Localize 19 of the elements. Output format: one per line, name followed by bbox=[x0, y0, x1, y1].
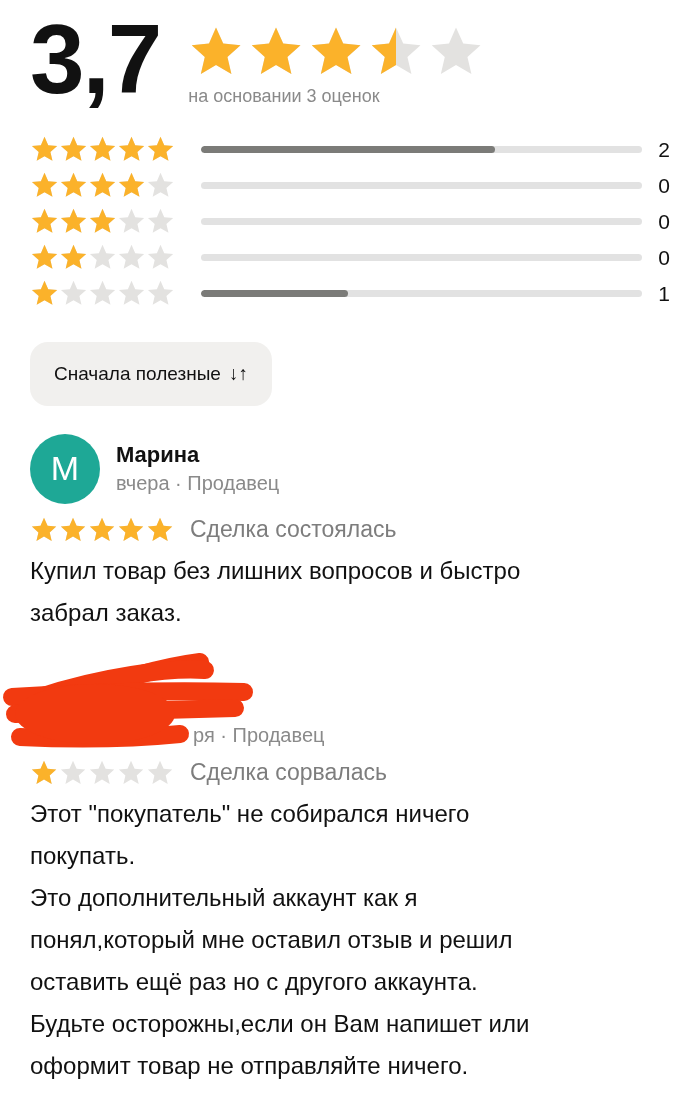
rating-count: 2 bbox=[657, 137, 670, 162]
review-meta: ря · Продавец bbox=[193, 723, 325, 747]
deal-status: Сделка сорвалась bbox=[190, 759, 388, 787]
reviewer-name: Марина bbox=[116, 442, 201, 469]
review-text: Будьте осторожны,если он Вам напишет или оформит товар не отправляйте ничего. bbox=[30, 1008, 531, 1081]
review-text: Купил товар без лишних вопросов и быстро забрал заказ. bbox=[30, 555, 522, 628]
rating-count: 0 bbox=[657, 173, 670, 198]
sort-button[interactable]: Сначала полезные ↓↑ bbox=[30, 341, 272, 406]
review-meta: вчера · Продавец bbox=[116, 472, 280, 496]
user-avatar: М bbox=[30, 433, 100, 504]
rating-score: 3,7 bbox=[30, 6, 161, 114]
rating-count: 1 bbox=[657, 281, 670, 306]
review-text: Этот "покупатель" не собирался ничего покупать. bbox=[30, 798, 471, 871]
review-text: Это дополнительный аккаунт как я понял,который мне оставил отзыв и решил оставить ещё раз но с другого аккаунта. bbox=[30, 882, 514, 997]
rating-count: 0 bbox=[657, 245, 670, 270]
rating-caption: на основании 3 оценок bbox=[188, 86, 381, 107]
sort-icon: ↓↑ bbox=[228, 362, 248, 385]
rating-count: 0 bbox=[657, 209, 670, 234]
deal-status: Сделка состоялась bbox=[190, 516, 397, 544]
